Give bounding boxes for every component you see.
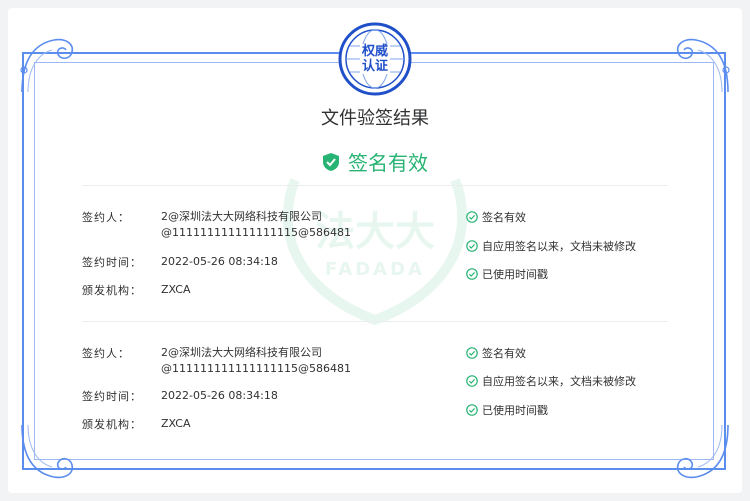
authority-seal: 权威 认证	[338, 22, 412, 96]
divider	[82, 321, 668, 322]
check-circle-icon	[466, 375, 478, 387]
issuer-label: 颁发机构：	[82, 284, 142, 297]
check-text: 自应用签名以来，文档未被修改	[482, 240, 636, 253]
ornament-corner-icon	[676, 424, 729, 479]
check-circle-icon	[466, 347, 478, 359]
issuer-label: 颁发机构：	[82, 418, 142, 431]
check-item: 已使用时间戳	[466, 266, 548, 282]
watermark-subtext: FADADA	[325, 259, 425, 280]
check-text: 已使用时间戳	[482, 404, 548, 417]
time-value: 2022-05-26 08:34:18	[161, 255, 278, 268]
divider	[82, 185, 668, 186]
check-circle-icon	[466, 268, 478, 280]
signer-id: @111111111111111115@586481	[161, 226, 351, 239]
status-badge: 签名有效	[0, 147, 750, 176]
signer-label: 签约人：	[82, 211, 130, 224]
check-text: 签名有效	[482, 347, 526, 360]
check-text: 签名有效	[482, 211, 526, 224]
seal-text-line2: 认证	[359, 59, 390, 74]
shield-check-icon	[323, 152, 339, 171]
signer-label: 签约人：	[82, 347, 130, 360]
time-label: 签约时间：	[82, 390, 142, 403]
check-circle-icon	[466, 211, 478, 223]
check-item: 签名有效	[466, 345, 526, 361]
issuer-value: ZXCA	[161, 417, 191, 430]
signer-id: @111111111111111115@586481	[161, 362, 351, 375]
time-label: 签约时间：	[82, 256, 142, 269]
ornament-corner-icon	[21, 424, 74, 479]
check-text: 自应用签名以来，文档未被修改	[482, 375, 636, 388]
status-text: 签名有效	[348, 151, 428, 175]
check-item: 签名有效	[466, 209, 526, 225]
page-title: 文件验签结果	[321, 108, 429, 129]
ornament-corner-icon	[676, 38, 730, 93]
check-circle-icon	[466, 240, 478, 252]
check-item: 自应用签名以来，文档未被修改	[466, 373, 636, 389]
time-value: 2022-05-26 08:34:18	[161, 389, 278, 402]
signer-name: 2@深圳法大大网络科技有限公司	[161, 210, 322, 223]
seal-text-line1: 权威	[359, 44, 390, 59]
ornament-corner-icon	[20, 38, 74, 93]
signer-name: 2@深圳法大大网络科技有限公司	[161, 346, 322, 359]
check-item: 已使用时间戳	[466, 402, 548, 418]
check-text: 已使用时间戳	[482, 268, 548, 281]
issuer-value: ZXCA	[161, 283, 191, 296]
check-circle-icon	[466, 404, 478, 416]
check-item: 自应用签名以来，文档未被修改	[466, 238, 636, 254]
